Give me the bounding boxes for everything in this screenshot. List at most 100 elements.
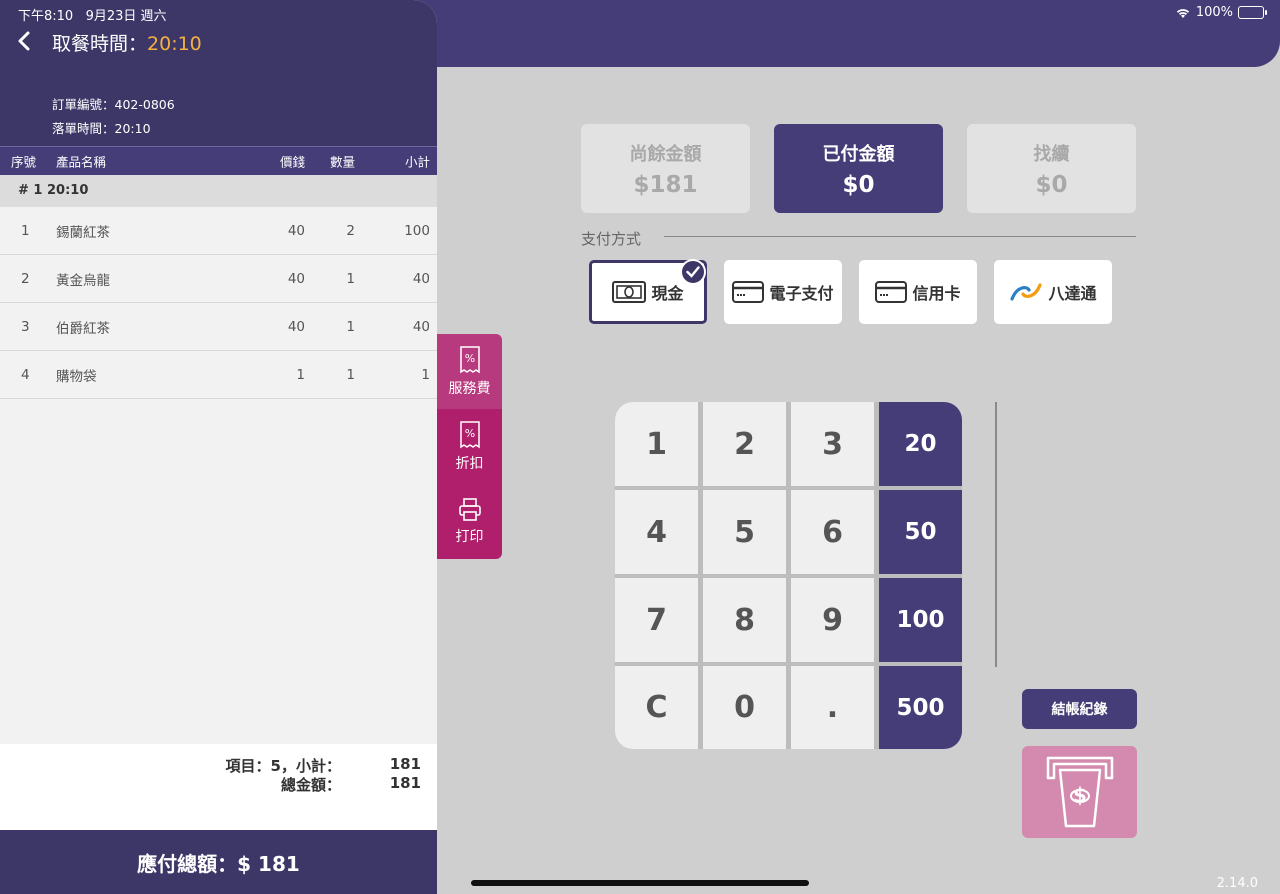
change-label: 找續 bbox=[1033, 143, 1070, 165]
table-row[interactable]: 2 黃金烏龍 40 1 40 bbox=[0, 255, 437, 303]
key-1[interactable]: 1 bbox=[615, 402, 698, 486]
home-indicator bbox=[471, 880, 809, 886]
discount-tab[interactable]: % 折扣 bbox=[437, 409, 502, 484]
receipt-percent-icon: % bbox=[459, 421, 480, 449]
payment-epayment-button[interactable]: 電子支付 bbox=[724, 260, 842, 324]
key-2[interactable]: 2 bbox=[703, 402, 786, 486]
table-row[interactable]: 4 購物袋 1 1 1 bbox=[0, 351, 437, 399]
items-subtotal-label: 項目：5，小計： bbox=[225, 757, 341, 775]
quick-amount-50[interactable]: 50 bbox=[879, 490, 962, 574]
key-8[interactable]: 8 bbox=[703, 578, 786, 662]
print-tab[interactable]: 打印 bbox=[437, 484, 502, 559]
back-icon[interactable] bbox=[14, 30, 36, 52]
header-no: 序號 bbox=[11, 154, 37, 170]
cash-icon bbox=[612, 281, 647, 303]
epayment-label: 電子支付 bbox=[769, 284, 834, 303]
battery-percent: 100% bbox=[1195, 5, 1233, 20]
pickup-time-title: 取餐時間：20:10 bbox=[52, 29, 202, 56]
numeric-keypad: 1 2 3 20 4 5 6 50 7 8 9 100 C 0 . 500 bbox=[615, 402, 962, 749]
paid-amount-card[interactable]: 已付金額 $0 bbox=[774, 124, 943, 213]
order-group-header: # 1 20:10 bbox=[0, 175, 437, 207]
row-no: 3 bbox=[21, 318, 30, 335]
items-subtotal-value: 181 bbox=[389, 755, 421, 773]
key-4[interactable]: 4 bbox=[615, 490, 698, 574]
divider bbox=[664, 236, 1136, 237]
paid-value: $0 bbox=[842, 171, 875, 198]
row-no: 1 bbox=[21, 222, 30, 239]
key-clear[interactable]: C bbox=[615, 666, 698, 749]
service-charge-tab[interactable]: % 服務費 bbox=[437, 334, 502, 409]
cash-label: 現金 bbox=[651, 284, 684, 303]
row-price: 40 bbox=[287, 318, 305, 335]
amount-due: 應付總額：$ 181 bbox=[0, 830, 437, 894]
row-subtotal: 40 bbox=[412, 318, 430, 335]
paid-label: 已付金額 bbox=[822, 143, 895, 165]
row-qty: 1 bbox=[346, 366, 355, 383]
checkout-records-button[interactable]: 結帳紀錄 bbox=[1022, 689, 1137, 729]
checkmark-icon bbox=[680, 259, 706, 285]
svg-text:%: % bbox=[464, 427, 474, 440]
table-row[interactable]: 3 伯爵紅茶 40 1 40 bbox=[0, 303, 437, 351]
row-price: 1 bbox=[296, 366, 305, 383]
row-name: 錫蘭紅茶 bbox=[56, 224, 110, 241]
change-value: $0 bbox=[1035, 171, 1068, 198]
key-5[interactable]: 5 bbox=[703, 490, 786, 574]
pickup-label: 取餐時間： bbox=[52, 33, 148, 55]
row-subtotal: 40 bbox=[412, 270, 430, 287]
order-header: 下午8:10 9月23日 週六 取餐時間：20:10 訂單編號：402-0806… bbox=[0, 0, 437, 146]
row-qty: 1 bbox=[346, 318, 355, 335]
quick-amount-500[interactable]: 500 bbox=[879, 666, 962, 749]
payment-cash-button[interactable]: 現金 bbox=[589, 259, 707, 324]
status-indicators: 100% bbox=[1175, 5, 1267, 20]
quick-amount-20[interactable]: 20 bbox=[879, 402, 962, 486]
row-subtotal: 100 bbox=[404, 222, 430, 239]
pickup-time: 20:10 bbox=[147, 33, 202, 55]
receipt-percent-icon: % bbox=[459, 346, 480, 374]
key-6[interactable]: 6 bbox=[791, 490, 874, 574]
cash-drawer-icon: $ bbox=[1046, 756, 1113, 828]
quick-amount-100[interactable]: 100 bbox=[879, 578, 962, 662]
app-version: 2.14.0 bbox=[1216, 876, 1258, 891]
row-price: 40 bbox=[287, 270, 305, 287]
print-label: 打印 bbox=[455, 529, 484, 545]
key-9[interactable]: 9 bbox=[791, 578, 874, 662]
total-amount: 總金額： 181 bbox=[281, 774, 421, 795]
total-amount-value: 181 bbox=[389, 774, 421, 792]
card-icon bbox=[875, 281, 908, 303]
remaining-value: $181 bbox=[633, 171, 698, 198]
divider bbox=[995, 402, 997, 667]
key-7[interactable]: 7 bbox=[615, 578, 698, 662]
cash-drawer-button[interactable]: $ bbox=[1022, 746, 1137, 838]
key-3[interactable]: 3 bbox=[791, 402, 874, 486]
table-row[interactable]: 1 錫蘭紅茶 40 2 100 bbox=[0, 207, 437, 255]
key-0[interactable]: 0 bbox=[703, 666, 786, 749]
order-panel: 下午8:10 9月23日 週六 取餐時間：20:10 訂單編號：402-0806… bbox=[0, 0, 437, 894]
row-no: 4 bbox=[21, 366, 30, 383]
octopus-label: 八達通 bbox=[1048, 284, 1097, 303]
header-subtotal: 小計 bbox=[404, 154, 430, 170]
date: 9月23日 週六 bbox=[85, 9, 167, 24]
row-name: 伯爵紅茶 bbox=[56, 320, 110, 337]
row-name: 黃金烏龍 bbox=[56, 272, 110, 289]
row-name: 購物袋 bbox=[56, 368, 97, 385]
row-qty: 2 bbox=[346, 222, 355, 239]
svg-text:%: % bbox=[464, 352, 474, 365]
printer-icon bbox=[458, 498, 481, 521]
clock: 下午8:10 bbox=[18, 9, 74, 24]
credit-card-label: 信用卡 bbox=[912, 284, 961, 303]
wifi-icon bbox=[1176, 8, 1189, 18]
octopus-logo bbox=[1010, 283, 1043, 301]
header-price: 價錢 bbox=[279, 154, 305, 170]
payment-octopus-button[interactable]: 八達通 bbox=[994, 260, 1112, 324]
status-time: 下午8:10 9月23日 週六 bbox=[18, 5, 167, 24]
table-header: 序號 產品名稱 價錢 數量 小計 bbox=[0, 146, 437, 175]
totals-box: 項目：5，小計： 181 總金額： 181 bbox=[0, 744, 437, 830]
remaining-amount-card: 尚餘金額 $181 bbox=[581, 124, 750, 213]
key-decimal[interactable]: . bbox=[791, 666, 874, 749]
svg-text:$: $ bbox=[1073, 783, 1087, 807]
order-number: 訂單編號：402-0806 bbox=[52, 97, 175, 112]
payment-credit-card-button[interactable]: 信用卡 bbox=[859, 260, 977, 324]
row-no: 2 bbox=[21, 270, 30, 287]
items-subtotal: 項目：5，小計： 181 bbox=[226, 755, 421, 776]
header-qty: 數量 bbox=[329, 154, 355, 170]
